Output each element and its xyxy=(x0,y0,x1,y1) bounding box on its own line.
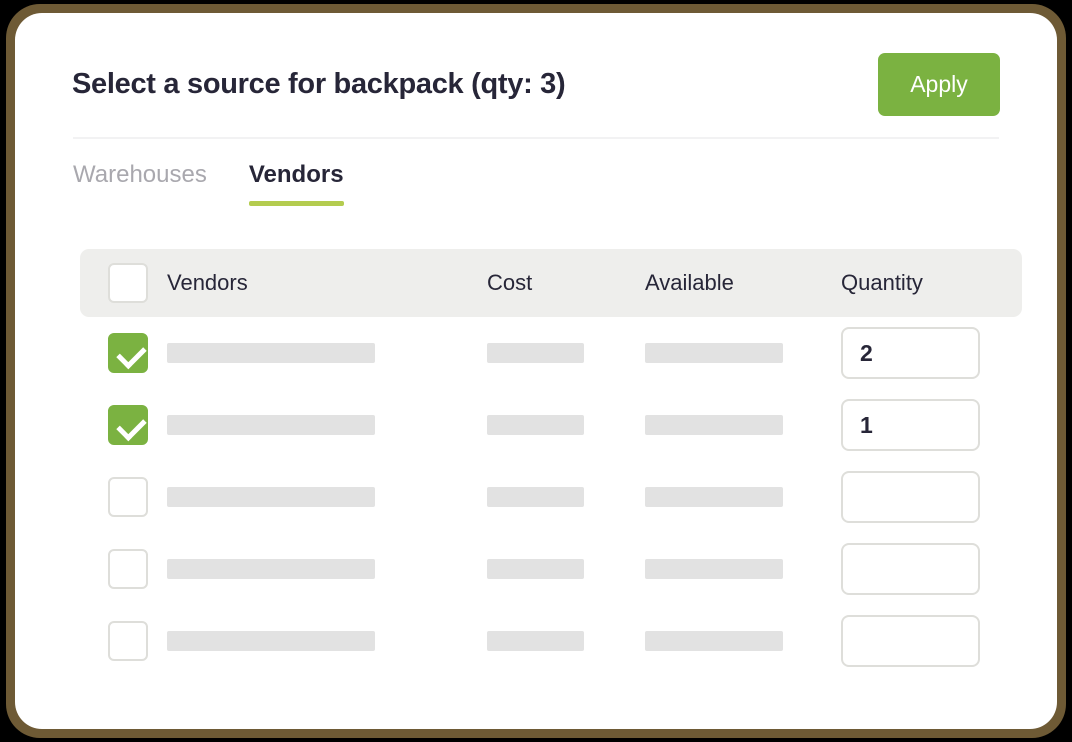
cost-cell xyxy=(487,559,645,579)
tab-warehouses[interactable]: Warehouses xyxy=(73,161,207,206)
column-header-vendors: Vendors xyxy=(167,270,248,295)
row-select-cell xyxy=(80,621,167,661)
table-row xyxy=(80,317,1022,389)
available-cell xyxy=(645,559,841,579)
quantity-cell xyxy=(841,399,1022,451)
quantity-input[interactable] xyxy=(841,471,980,523)
quantity-cell xyxy=(841,327,1022,379)
cost-cell xyxy=(487,487,645,507)
skeleton-placeholder xyxy=(487,487,584,507)
skeleton-placeholder xyxy=(167,559,375,579)
quantity-input[interactable] xyxy=(841,543,980,595)
quantity-cell xyxy=(841,615,1022,667)
skeleton-placeholder xyxy=(645,487,783,507)
cost-cell xyxy=(487,631,645,651)
cost-cell xyxy=(487,415,645,435)
skeleton-placeholder xyxy=(487,631,584,651)
select-all-checkbox[interactable] xyxy=(108,263,148,303)
skeleton-placeholder xyxy=(487,559,584,579)
skeleton-placeholder xyxy=(487,343,584,363)
table-row xyxy=(80,533,1022,605)
quantity-input[interactable] xyxy=(841,327,980,379)
row-select-cell xyxy=(80,405,167,445)
tab-vendors[interactable]: Vendors xyxy=(248,161,344,206)
row-checkbox[interactable] xyxy=(108,333,148,373)
vendors-table: Vendors Cost Available Quantity xyxy=(80,249,1022,677)
available-cell xyxy=(645,415,841,435)
vendor-cell xyxy=(167,343,487,363)
tab-bar: Warehouses Vendors xyxy=(73,161,344,206)
available-cell xyxy=(645,343,841,363)
skeleton-placeholder xyxy=(645,415,783,435)
column-header-quantity: Quantity xyxy=(841,270,923,295)
window-frame: Select a source for backpack (qty: 3) Ap… xyxy=(6,4,1066,738)
table-header-row: Vendors Cost Available Quantity xyxy=(80,249,1022,317)
row-checkbox[interactable] xyxy=(108,405,148,445)
skeleton-placeholder xyxy=(645,631,783,651)
skeleton-placeholder xyxy=(167,415,375,435)
skeleton-placeholder xyxy=(167,343,375,363)
quantity-cell xyxy=(841,471,1022,523)
table-row xyxy=(80,389,1022,461)
vendor-cell xyxy=(167,415,487,435)
vendor-cell xyxy=(167,559,487,579)
row-checkbox[interactable] xyxy=(108,549,148,589)
column-header-cost: Cost xyxy=(487,270,533,295)
quantity-input[interactable] xyxy=(841,615,980,667)
source-selection-dialog: Select a source for backpack (qty: 3) Ap… xyxy=(15,13,1057,729)
row-select-cell xyxy=(80,549,167,589)
skeleton-placeholder xyxy=(487,415,584,435)
select-all-cell xyxy=(80,263,167,303)
row-checkbox[interactable] xyxy=(108,477,148,517)
column-header-available: Available xyxy=(645,270,734,295)
skeleton-placeholder xyxy=(645,559,783,579)
skeleton-placeholder xyxy=(167,631,375,651)
skeleton-placeholder xyxy=(167,487,375,507)
vendor-cell xyxy=(167,631,487,651)
header-divider xyxy=(73,137,999,139)
page-title: Select a source for backpack (qty: 3) xyxy=(72,67,566,100)
available-cell xyxy=(645,487,841,507)
quantity-cell xyxy=(841,543,1022,595)
quantity-input[interactable] xyxy=(841,399,980,451)
dialog-header: Select a source for backpack (qty: 3) Ap… xyxy=(72,41,1000,127)
skeleton-placeholder xyxy=(645,343,783,363)
row-select-cell xyxy=(80,477,167,517)
row-checkbox[interactable] xyxy=(108,621,148,661)
row-select-cell xyxy=(80,333,167,373)
apply-button[interactable]: Apply xyxy=(878,52,1000,116)
table-row xyxy=(80,605,1022,677)
vendor-cell xyxy=(167,487,487,507)
cost-cell xyxy=(487,343,645,363)
table-row xyxy=(80,461,1022,533)
available-cell xyxy=(645,631,841,651)
